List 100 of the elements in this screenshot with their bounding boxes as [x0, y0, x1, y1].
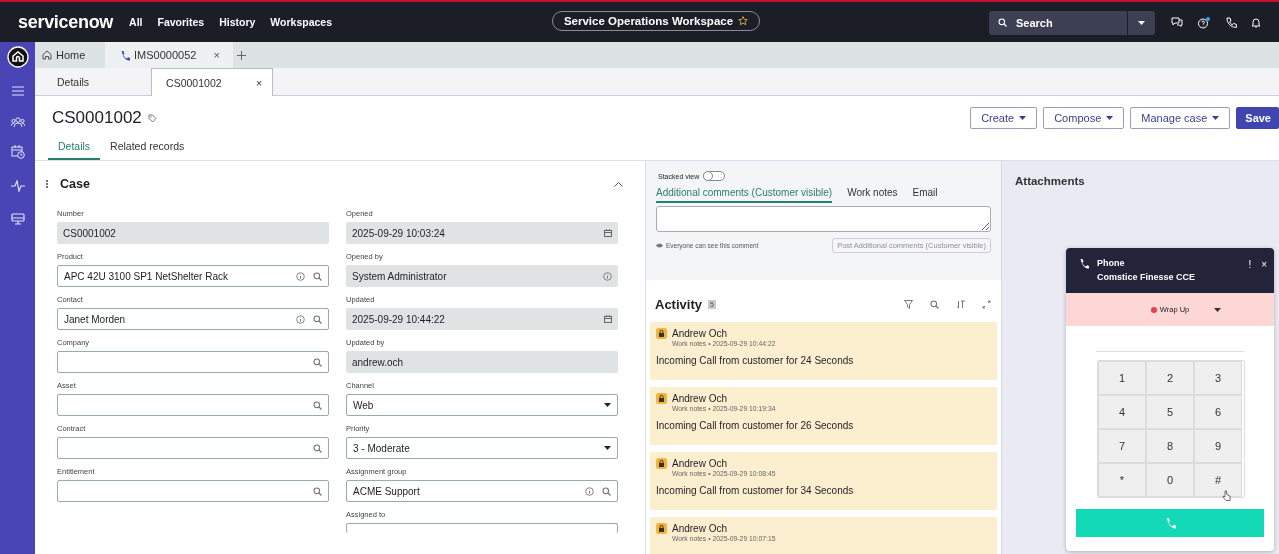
nav-menu-item[interactable]: Workspaces [270, 16, 333, 28]
plus-icon[interactable] [237, 50, 246, 60]
tab[interactable]: Home [35, 42, 105, 68]
dial-key[interactable]: 4 [1098, 395, 1146, 429]
dropdown-button[interactable]: Create [970, 107, 1038, 129]
tab[interactable]: Email [912, 187, 938, 203]
search-icon[interactable] [602, 486, 611, 496]
tab[interactable]: CS0001002 × [151, 68, 274, 96]
select-field[interactable]: 3 - Moderate [346, 437, 618, 459]
toggle-switch[interactable] [703, 171, 726, 181]
lock-icon [656, 458, 667, 469]
select-field[interactable]: Web [346, 394, 618, 416]
author-name: Andrew Och [672, 523, 729, 534]
home-icon[interactable] [6, 46, 29, 68]
search-icon[interactable] [313, 271, 322, 281]
search-icon[interactable] [313, 443, 322, 453]
tab[interactable]: Details [48, 140, 101, 160]
reference-field[interactable]: Janet Morden [57, 308, 329, 330]
monitor-icon[interactable] [10, 213, 25, 225]
search-icon[interactable] [930, 299, 939, 309]
dial-key[interactable]: 3 [1194, 361, 1242, 395]
save-button[interactable]: Save [1236, 107, 1279, 129]
reference-field[interactable] [57, 351, 329, 373]
section-title: Case [60, 177, 90, 191]
reference-field[interactable] [57, 480, 329, 502]
read-only-field: 2025-09-29 10:44:22 [346, 308, 618, 330]
search-icon[interactable] [998, 18, 1008, 28]
tab[interactable]: Additional comments (Customer visible) [656, 187, 833, 203]
people-icon[interactable] [10, 117, 25, 127]
info-icon[interactable] [603, 271, 612, 281]
help-icon[interactable] [1198, 17, 1210, 29]
comment-field[interactable] [656, 206, 991, 232]
dial-key[interactable]: 8 [1146, 429, 1194, 463]
calendar-icon[interactable] [10, 145, 25, 159]
search-input[interactable]: Search [1014, 16, 1123, 30]
dial-key[interactable]: 5 [1146, 395, 1194, 429]
nav-menu-item[interactable]: Favorites [157, 16, 205, 28]
dial-key[interactable]: 0 [1146, 463, 1194, 497]
read-only-field: 2025-09-29 10:03:24 [346, 222, 618, 244]
filter-icon[interactable] [904, 299, 913, 309]
info-icon[interactable] [296, 314, 305, 324]
nav-menu-item[interactable]: History [219, 16, 256, 28]
lock-icon [656, 328, 667, 339]
search-icon[interactable] [313, 357, 322, 367]
tab[interactable]: Work notes [847, 187, 898, 203]
menu-icon[interactable]: ! [1248, 258, 1252, 270]
pulse-icon[interactable] [10, 180, 25, 192]
activity-title: Activity [655, 296, 702, 312]
star-icon[interactable] [738, 16, 749, 26]
caret-icon [1106, 116, 1114, 120]
expand-icon[interactable] [982, 299, 991, 309]
nav-menu-item[interactable]: All [129, 16, 143, 28]
search-icon[interactable] [313, 486, 322, 496]
dial-key[interactable]: 7 [1098, 429, 1146, 463]
close-icon[interactable]: × [255, 76, 263, 89]
dial-key[interactable]: # [1194, 463, 1242, 497]
dial-key[interactable]: 2 [1146, 361, 1194, 395]
dial-key[interactable]: 9 [1194, 429, 1242, 463]
close-icon[interactable]: × [213, 49, 220, 61]
tab[interactable]: Details [35, 68, 112, 95]
reference-field[interactable]: ACME Support [346, 480, 618, 502]
tag-icon[interactable] [147, 113, 157, 123]
tab[interactable]: Related records [100, 140, 195, 160]
chat-icon[interactable] [1171, 17, 1183, 27]
widget-subtitle: Comstice Finesse CCE [1097, 272, 1196, 282]
dropdown-button[interactable]: Manage case [1130, 107, 1231, 129]
search-icon[interactable] [313, 314, 322, 324]
dial-key[interactable]: * [1098, 463, 1146, 497]
reference-field[interactable] [57, 437, 329, 459]
drag-handle-icon[interactable] [46, 180, 48, 188]
caret-icon [1019, 116, 1027, 120]
sort-icon[interactable] [956, 299, 965, 309]
eye-icon [656, 243, 663, 248]
input-field[interactable] [346, 523, 618, 533]
calendar-icon[interactable] [604, 315, 612, 323]
bell-icon[interactable] [1252, 17, 1260, 28]
caret-icon [1214, 308, 1221, 312]
reference-field[interactable]: APC 42U 3100 SP1 NetShelter Rack [57, 265, 329, 287]
widget-title: Phone [1097, 258, 1126, 268]
reference-field[interactable] [57, 394, 329, 416]
read-only-field: andrew.och [346, 351, 618, 373]
calendar-icon[interactable] [604, 229, 612, 237]
collapse-icon[interactable] [614, 181, 623, 187]
read-only-field: CS0001002 [57, 222, 329, 244]
tab[interactable]: IMS0000052 × [105, 42, 233, 68]
entry-text: Incoming Call from customer for 34 Seconds [656, 485, 855, 496]
dial-key[interactable]: 6 [1194, 395, 1242, 429]
search-icon[interactable] [313, 400, 322, 410]
caret-icon [1138, 21, 1145, 25]
entry-text: Incoming Call from customer for 26 Seconds [656, 420, 855, 431]
phone-icon[interactable] [1225, 17, 1237, 29]
list-icon[interactable] [11, 86, 24, 96]
close-icon[interactable]: × [1261, 258, 1267, 270]
info-icon[interactable] [585, 486, 594, 496]
dial-key[interactable]: 1 [1098, 361, 1146, 395]
record-title: CS0001002 [52, 108, 142, 128]
read-only-field: System Administrator [346, 265, 618, 287]
search-field[interactable]: Search [989, 11, 1155, 35]
dropdown-button[interactable]: Compose [1043, 107, 1125, 129]
info-icon[interactable] [296, 271, 305, 281]
